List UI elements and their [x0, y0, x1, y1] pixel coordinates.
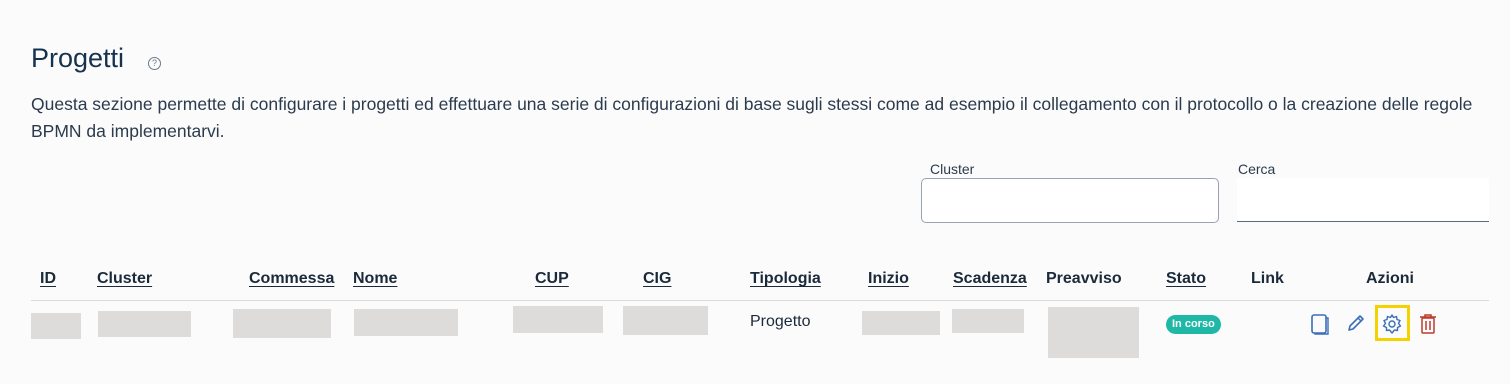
cluster-select[interactable] [921, 178, 1219, 223]
status-badge: In corso [1166, 315, 1221, 334]
page-title: Progetti [31, 43, 125, 73]
search-input[interactable] [1237, 178, 1489, 222]
delete-button[interactable] [1419, 313, 1437, 340]
page-description: Questa sezione permette di configurare i… [31, 94, 1473, 141]
table-header-divider [31, 300, 1489, 301]
cluster-label: Cluster [930, 161, 975, 177]
column-header-azioni: Azioni [1366, 270, 1414, 287]
settings-button[interactable] [1381, 313, 1403, 340]
redacted-commessa-cell [233, 309, 331, 338]
column-header-inizio[interactable]: Inizio [868, 270, 909, 288]
column-header-stato[interactable]: Stato [1166, 270, 1206, 288]
redacted-id-cell [31, 313, 81, 339]
edit-icon [1348, 315, 1364, 331]
column-header-commessa[interactable]: Commessa [249, 270, 334, 288]
trash-icon [1420, 314, 1436, 334]
redacted-nome-cell [354, 309, 458, 336]
column-header-link: Link [1251, 270, 1284, 287]
edit-button[interactable] [1346, 313, 1366, 338]
column-header-preavviso: Preavviso [1046, 270, 1122, 287]
column-header-cup[interactable]: CUP [535, 270, 569, 288]
redacted-scadenza-cell [952, 309, 1024, 333]
help-icon[interactable]: ? [148, 57, 161, 70]
tipologia-cell: Progetto [750, 313, 811, 330]
redacted-cluster-cell [98, 311, 191, 337]
column-header-id[interactable]: ID [40, 270, 56, 288]
redacted-cig-cell [623, 306, 708, 335]
copy-button[interactable] [1310, 313, 1330, 340]
redacted-preavviso-cell [1048, 307, 1139, 358]
redacted-cup-cell [513, 306, 603, 333]
column-header-scadenza[interactable]: Scadenza [953, 270, 1027, 288]
redacted-inizio-cell [862, 311, 940, 335]
search-label: Cerca [1238, 161, 1276, 177]
column-header-nome[interactable]: Nome [353, 270, 397, 288]
copy-icon [1311, 314, 1329, 335]
settings-gear-icon [1382, 314, 1402, 334]
column-header-tipologia[interactable]: Tipologia [750, 270, 821, 288]
column-header-cluster[interactable]: Cluster [97, 270, 152, 288]
column-header-cig[interactable]: CIG [643, 270, 671, 288]
